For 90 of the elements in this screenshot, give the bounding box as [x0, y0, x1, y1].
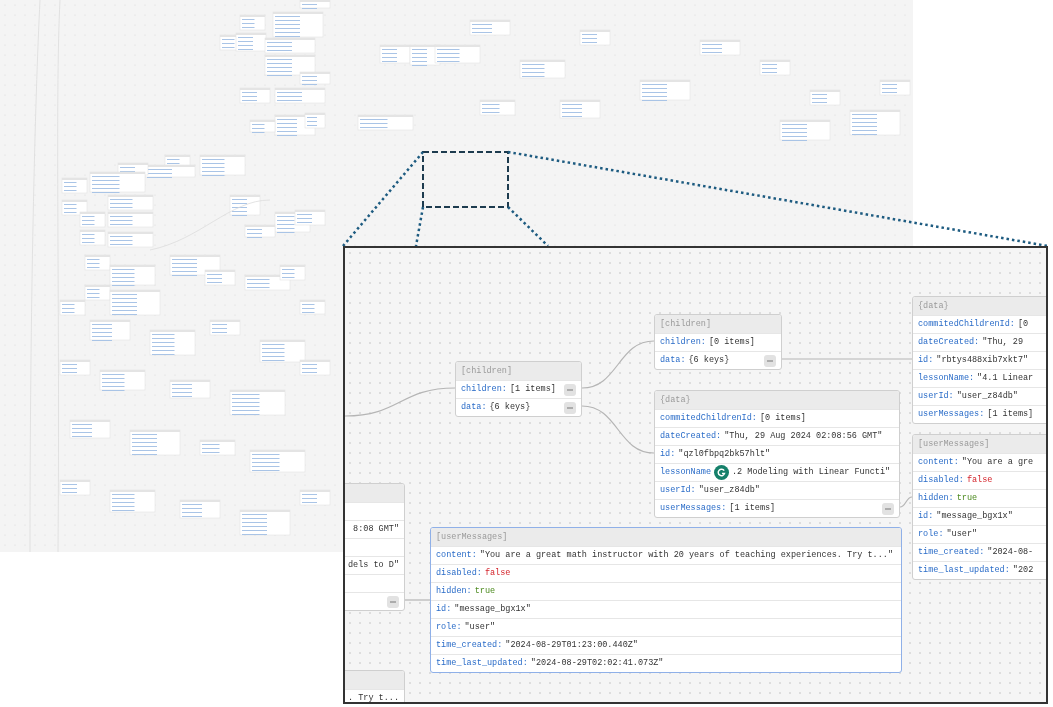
property-value: "202 [1012, 566, 1034, 575]
property-key: data: [660, 356, 686, 365]
collapse-button[interactable] [564, 401, 576, 414]
node-title: [children] [461, 366, 512, 376]
minus-icon [885, 507, 891, 510]
property-key: role: [436, 623, 462, 632]
property-key: lessonName: [918, 374, 975, 383]
property-value: "user" [946, 530, 978, 539]
property-value: "user_z84db" [698, 486, 760, 495]
property-key: userMessages: [918, 410, 985, 419]
property-key: dateCreated: [660, 432, 722, 441]
property-key: content: [436, 551, 477, 560]
property-key: id: [660, 450, 676, 459]
property-value: "message_bgx1x" [936, 512, 1013, 521]
node-title: [userMessages] [918, 439, 990, 449]
property-key: time_last_updated: [436, 659, 528, 668]
json-node-card[interactable]: . Try t... [345, 670, 405, 702]
property-value: "2024-08-29T01:23:00.440Z" [505, 641, 638, 650]
property-value: {6 keys} [688, 356, 730, 365]
node-title: {data} [918, 301, 949, 311]
property-key: children: [660, 338, 706, 347]
property-value: [0 items] [759, 414, 806, 423]
collapse-button[interactable] [387, 595, 399, 608]
property-key: commitedChildrenId: [660, 414, 757, 423]
property-key: time_created: [436, 641, 503, 650]
json-node-card[interactable]: [children] children: [0 items] data: {6 keys} [654, 314, 782, 370]
property-key: disabled: [436, 569, 482, 578]
property-value: false [966, 476, 993, 485]
property-value: "You are a great math instructor with 20 years of teaching experiences. Try t..." [479, 551, 893, 560]
property-value: 8:08 GMT" [353, 525, 399, 534]
property-key: id: [918, 512, 934, 521]
minus-icon [567, 388, 573, 391]
property-value: "2024-08- [987, 548, 1034, 557]
property-key: commitedChildrenId: [918, 320, 1015, 329]
property-value: "Thu, 29 [982, 338, 1024, 347]
json-node-card[interactable] [430, 527, 902, 673]
minus-icon [390, 600, 396, 603]
property-value: "message_bgx1x" [454, 605, 531, 614]
json-node-card[interactable]: [children] children: [1 items] data: {6 keys} [455, 361, 582, 417]
property-key: hidden: [918, 494, 954, 503]
node-title: [children] [660, 319, 711, 329]
collapse-button[interactable] [564, 383, 576, 396]
property-value: false [484, 569, 511, 578]
property-key: lessonName [660, 468, 711, 477]
property-value: [1 items] [729, 504, 776, 513]
property-value: dels to D" [348, 561, 399, 570]
property-value: true [474, 587, 496, 596]
property-value: true [956, 494, 978, 503]
node-title: [userMessages] [436, 532, 508, 542]
property-value: . Try t... [348, 694, 399, 702]
property-value: {6 keys} [489, 403, 531, 412]
property-key: data: [461, 403, 487, 412]
connector-line [404, 599, 431, 601]
property-key: role: [918, 530, 944, 539]
property-value: [1 items] [987, 410, 1034, 419]
g-logo-icon[interactable] [714, 465, 729, 480]
property-value: "2024-08-29T02:02:41.073Z" [530, 659, 664, 668]
property-value: "user_z84db" [956, 392, 1018, 401]
property-value: "rbtys488xib7xkt7" [936, 356, 1029, 365]
property-value: [0 [1017, 320, 1029, 329]
property-value: [1 items] [509, 385, 556, 394]
connector-line [899, 496, 913, 508]
property-key: id: [918, 356, 934, 365]
minus-icon [567, 406, 573, 409]
property-key: userId: [660, 486, 696, 495]
json-node-card[interactable]: {data} commitedChildrenId: [0 items] dateCreated: "Thu, 29 Aug 2024 02:08:56 GMT" id: "qzl0fbpq2bk57hlt" lessonName .2 Modeling with Linear Functi" userId: "user_z84db" userMessages: [1 items] [654, 390, 900, 518]
node-title: {data} [660, 395, 691, 405]
property-key: disabled: [918, 476, 964, 485]
collapse-button[interactable] [764, 354, 776, 367]
property-key: content: [918, 458, 959, 467]
json-node-card[interactable]: {data} commitedChildrenId: [0 dateCreated: "Thu, 29 id: "rbtys488xib7xkt7" lessonName: "4.1 Linear userId: "user_z84db" userMessages: [1 items] [912, 296, 1046, 424]
property-key: userMessages: [660, 504, 727, 513]
property-key: dateCreated: [918, 338, 980, 347]
collapse-button[interactable] [882, 502, 894, 515]
minus-icon [767, 359, 773, 362]
property-key: time_created: [918, 548, 985, 557]
property-key: id: [436, 605, 452, 614]
property-key: userId: [918, 392, 954, 401]
property-value: "user" [464, 623, 496, 632]
property-value: "Thu, 29 Aug 2024 02:08:56 GMT" [724, 432, 883, 441]
property-key: time_last_updated: [918, 566, 1010, 575]
property-value: "You are a gre [961, 458, 1034, 467]
property-value: [0 items] [708, 338, 755, 347]
property-value: .2 Modeling with Linear Functi" [732, 468, 891, 477]
property-key: hidden: [436, 587, 472, 596]
json-node-card[interactable]: [userMessages] content: "You are a gre disabled: false hidden: true id: "message_bgx1x" role: "user" time_created: "2024-08- time_last_updated: "202 [912, 434, 1046, 580]
property-value: "qzl0fbpq2bk57hlt" [678, 450, 771, 459]
property-value: "4.1 Linear [977, 374, 1034, 383]
property-key: children: [461, 385, 507, 394]
json-node-card[interactable]: 8:08 GMT" dels to D" [345, 483, 405, 611]
